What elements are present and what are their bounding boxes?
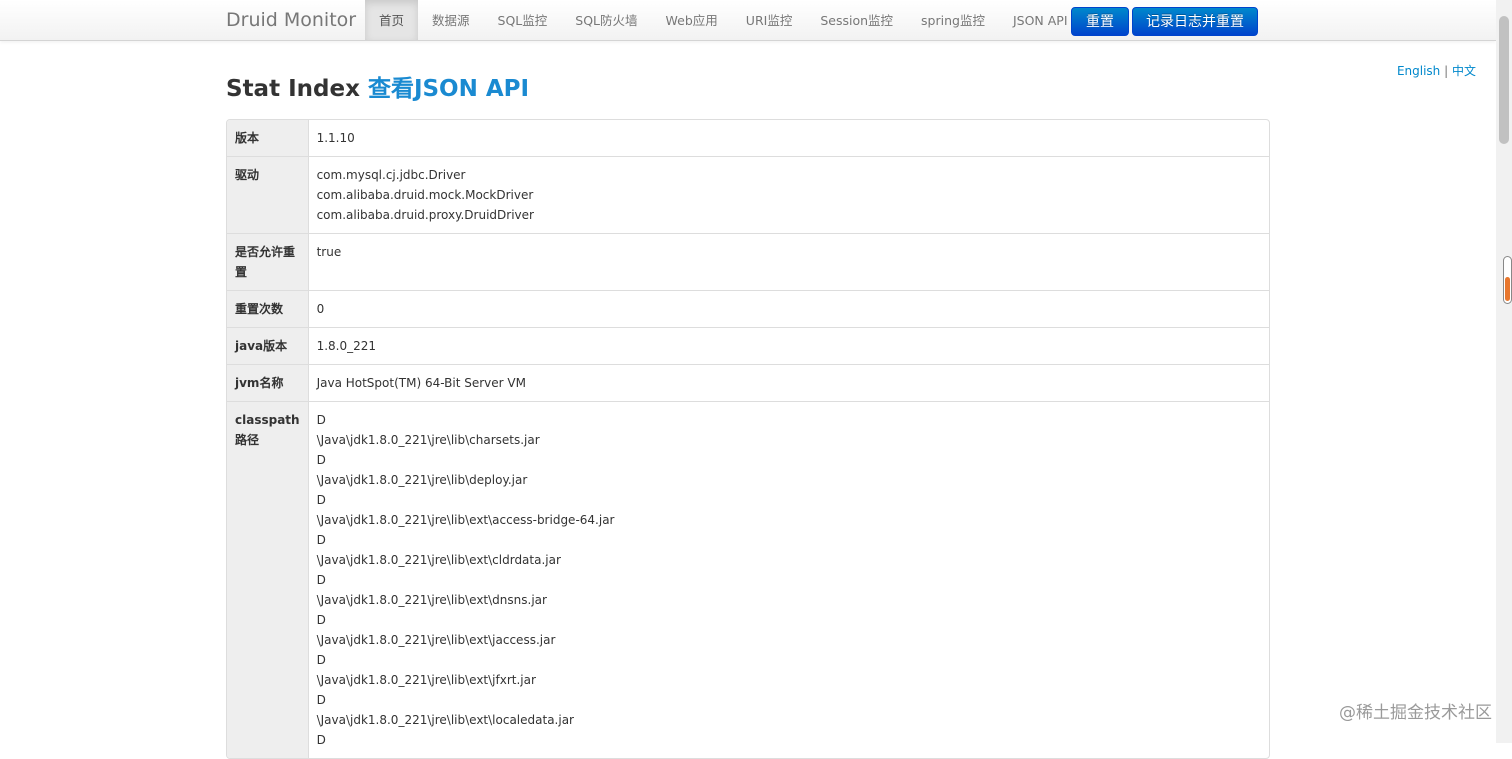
nav-item-1[interactable]: 数据源 (418, 0, 484, 40)
row-value: true (308, 233, 1269, 290)
value-line: 1.1.10 (316, 131, 355, 145)
nav-item-8[interactable]: JSON API (999, 0, 1082, 40)
row-label: jvm名称 (227, 364, 309, 401)
row-value: 1.8.0_221 (308, 327, 1269, 364)
reset-button[interactable]: 重置 (1071, 7, 1129, 36)
view-json-api-link[interactable]: 查看JSON API (368, 76, 529, 102)
table-row: jvm名称 Java HotSpot(TM) 64-Bit Server VM (227, 364, 1269, 401)
nav-item-0[interactable]: 首页 (365, 0, 419, 40)
value-line: D (316, 533, 326, 547)
row-label: 重置次数 (227, 290, 309, 327)
value-line: D (316, 733, 326, 747)
value-line: Java HotSpot(TM) 64-Bit Server VM (316, 376, 526, 390)
stat-info-table: 版本 1.1.10 驱动 com.mysql.cj.jdbc.Driver com.al… (226, 119, 1270, 759)
value-line: D (316, 573, 326, 587)
brand-title[interactable]: Druid Monitor (226, 0, 356, 40)
value-line: 0 (316, 302, 325, 316)
page-title: Stat Index 查看JSON API (226, 74, 529, 104)
value-line: com.alibaba.druid.proxy.DruidDriver (316, 208, 534, 222)
row-label: classpath路径 (227, 401, 309, 758)
top-navbar: Druid Monitor 首页 数据源 SQL监控 SQL防火墙 Web应用 URI监控… (0, 0, 1496, 41)
value-line: \Java\jdk1.8.0_221\jre\lib\charsets.jar (316, 433, 540, 447)
nav-menu: 首页 数据源 SQL监控 SQL防火墙 Web应用 URI监控 Session监控 sprin… (365, 0, 1082, 40)
row-label: 驱动 (227, 156, 309, 233)
language-switch: English | 中文 (1397, 62, 1476, 79)
row-value: com.mysql.cj.jdbc.Driver com.alibaba.drui… (308, 156, 1269, 233)
page-scrollbar[interactable] (1496, 0, 1512, 743)
watermark-text: @稀土掘金技术社区 (1339, 703, 1492, 723)
value-line: \Java\jdk1.8.0_221\jre\lib\ext\access-br… (316, 513, 615, 527)
log-and-reset-button[interactable]: 记录日志并重置 (1132, 7, 1258, 36)
value-line: com.alibaba.druid.mock.MockDriver (316, 188, 534, 202)
value-line: D (316, 413, 326, 427)
scrollbar-thumb[interactable] (1499, 16, 1509, 144)
value-line: D (316, 613, 326, 627)
nav-item-2[interactable]: SQL监控 (484, 0, 562, 40)
value-line: D (316, 653, 326, 667)
row-value: Java HotSpot(TM) 64-Bit Server VM (308, 364, 1269, 401)
row-label: java版本 (227, 327, 309, 364)
value-line: D (316, 693, 326, 707)
lang-separator: | (1444, 64, 1449, 78)
value-line: \Java\jdk1.8.0_221\jre\lib\ext\jfxrt.jar (316, 673, 536, 687)
table-row: classpath路径 D \Java\jdk1.8.0_221\jre\lib\c… (227, 401, 1269, 758)
value-line: com.mysql.cj.jdbc.Driver (316, 168, 466, 182)
nav-item-4[interactable]: Web应用 (652, 0, 732, 40)
lang-chinese-link[interactable]: 中文 (1452, 64, 1476, 78)
page-title-text: Stat Index (226, 76, 360, 102)
nav-item-3[interactable]: SQL防火墙 (561, 0, 651, 40)
nav-item-5[interactable]: URI监控 (732, 0, 807, 40)
value-line: \Java\jdk1.8.0_221\jre\lib\ext\jaccess.j… (316, 633, 556, 647)
value-line: \Java\jdk1.8.0_221\jre\lib\ext\localedat… (316, 713, 574, 727)
row-label: 是否允许重置 (227, 233, 309, 290)
value-line: 1.8.0_221 (316, 339, 377, 353)
nav-item-7[interactable]: spring监控 (907, 0, 999, 40)
value-line: \Java\jdk1.8.0_221\jre\lib\ext\dnsns.jar (316, 593, 547, 607)
value-line: \Java\jdk1.8.0_221\jre\lib\ext\cldrdata.… (316, 553, 561, 567)
row-value: 0 (308, 290, 1269, 327)
lang-english-link[interactable]: English (1397, 64, 1440, 78)
value-line: D (316, 453, 326, 467)
row-value: D \Java\jdk1.8.0_221\jre\lib\charsets.jar… (308, 401, 1269, 758)
table-row: java版本 1.8.0_221 (227, 327, 1269, 364)
row-label: 版本 (227, 120, 309, 156)
value-line: \Java\jdk1.8.0_221\jre\lib\deploy.jar (316, 473, 528, 487)
value-line: true (316, 245, 342, 259)
side-widget-fill (1505, 277, 1510, 301)
side-widget-handle[interactable] (1503, 256, 1512, 304)
row-value: 1.1.10 (309, 120, 1269, 156)
table-row: 重置次数 0 (227, 290, 1269, 327)
table-row: 版本 1.1.10 (227, 120, 1269, 156)
nav-item-6[interactable]: Session监控 (806, 0, 907, 40)
value-line: D (316, 493, 326, 507)
table-row: 是否允许重置 true (227, 233, 1269, 290)
table-row: 驱动 com.mysql.cj.jdbc.Driver com.alibaba.dr… (227, 156, 1269, 233)
